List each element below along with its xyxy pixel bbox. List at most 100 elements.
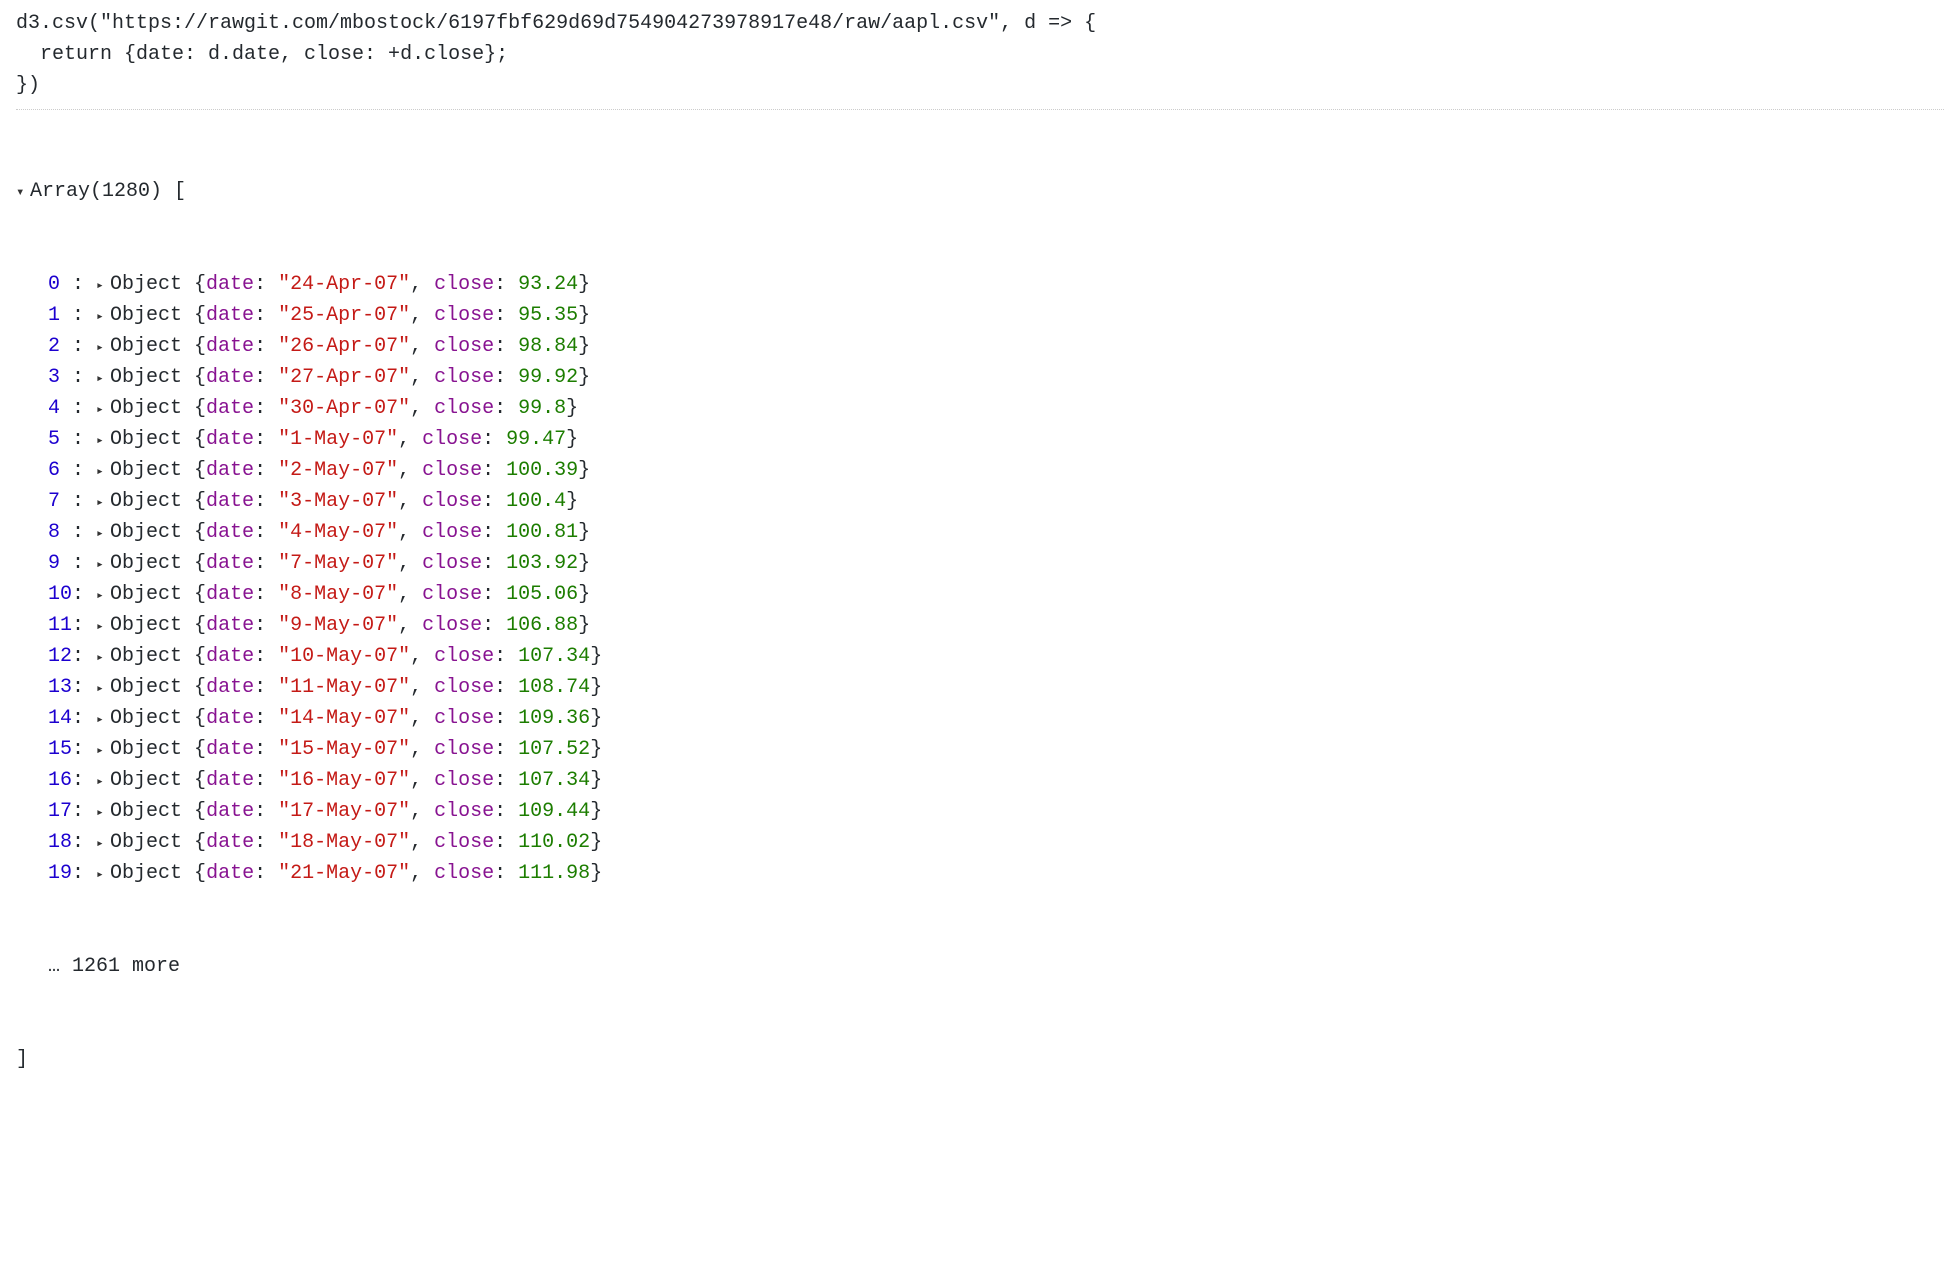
- colon: :: [72, 858, 96, 889]
- brace-close: }: [578, 269, 590, 300]
- brace-open: {: [182, 610, 206, 641]
- key-close: close: [434, 796, 494, 827]
- key-close: close: [422, 548, 482, 579]
- row-index: 12: [48, 641, 72, 672]
- code-cell[interactable]: d3.csv("https://rawgit.com/mbostock/6197…: [16, 8, 1944, 110]
- brace-open: {: [182, 300, 206, 331]
- array-row[interactable]: 11: ▸Object {date: "9-May-07", close: 10…: [16, 610, 1944, 641]
- expand-right-icon[interactable]: ▸: [96, 493, 110, 513]
- value-date: "11-May-07": [278, 672, 410, 703]
- colon: :: [72, 300, 96, 331]
- colon: :: [254, 455, 278, 486]
- array-row[interactable]: 17: ▸Object {date: "17-May-07", close: 1…: [16, 796, 1944, 827]
- value-close: 100.39: [506, 455, 578, 486]
- expand-right-icon[interactable]: ▸: [96, 431, 110, 451]
- array-row[interactable]: 7: ▸Object {date: "3-May-07", close: 100…: [16, 486, 1944, 517]
- array-row[interactable]: 10: ▸Object {date: "8-May-07", close: 10…: [16, 579, 1944, 610]
- key-date: date: [206, 517, 254, 548]
- key-close: close: [434, 765, 494, 796]
- array-row[interactable]: 3: ▸Object {date: "27-Apr-07", close: 99…: [16, 362, 1944, 393]
- comma: ,: [410, 269, 434, 300]
- comma: ,: [410, 641, 434, 672]
- key-close: close: [422, 455, 482, 486]
- value-close: 99.92: [518, 362, 578, 393]
- expand-right-icon[interactable]: ▸: [96, 617, 110, 637]
- expand-right-icon[interactable]: ▸: [96, 276, 110, 296]
- expand-right-icon[interactable]: ▸: [96, 369, 110, 389]
- expand-right-icon[interactable]: ▸: [96, 772, 110, 792]
- row-index: 4: [48, 393, 72, 424]
- expand-right-icon[interactable]: ▸: [96, 307, 110, 327]
- expand-right-icon[interactable]: ▸: [96, 400, 110, 420]
- expand-right-icon[interactable]: ▸: [96, 741, 110, 761]
- array-row[interactable]: 6: ▸Object {date: "2-May-07", close: 100…: [16, 455, 1944, 486]
- expand-right-icon[interactable]: ▸: [96, 338, 110, 358]
- key-close: close: [422, 424, 482, 455]
- brace-close: }: [578, 610, 590, 641]
- expand-right-icon[interactable]: ▸: [96, 648, 110, 668]
- expand-right-icon[interactable]: ▸: [96, 710, 110, 730]
- more-indicator[interactable]: … 1261 more: [16, 951, 1944, 982]
- colon: :: [72, 765, 96, 796]
- object-label: Object: [110, 362, 182, 393]
- value-close: 99.47: [506, 424, 566, 455]
- row-index: 16: [48, 765, 72, 796]
- expand-down-icon[interactable]: ▾: [16, 183, 30, 205]
- expand-right-icon[interactable]: ▸: [96, 679, 110, 699]
- array-row[interactable]: 12: ▸Object {date: "10-May-07", close: 1…: [16, 641, 1944, 672]
- array-row[interactable]: 2: ▸Object {date: "26-Apr-07", close: 98…: [16, 331, 1944, 362]
- code-line-1: d3.csv("https://rawgit.com/mbostock/6197…: [16, 8, 1944, 39]
- value-date: "17-May-07": [278, 796, 410, 827]
- value-date: "26-Apr-07": [278, 331, 410, 362]
- colon: :: [254, 269, 278, 300]
- row-index: 8: [48, 517, 72, 548]
- key-date: date: [206, 672, 254, 703]
- colon: :: [482, 424, 506, 455]
- value-close: 106.88: [506, 610, 578, 641]
- object-label: Object: [110, 269, 182, 300]
- colon: :: [254, 703, 278, 734]
- array-row[interactable]: 1: ▸Object {date: "25-Apr-07", close: 95…: [16, 300, 1944, 331]
- colon: :: [254, 734, 278, 765]
- row-index: 9: [48, 548, 72, 579]
- comma: ,: [410, 331, 434, 362]
- row-index: 5: [48, 424, 72, 455]
- colon: :: [72, 610, 96, 641]
- value-close: 100.4: [506, 486, 566, 517]
- colon: :: [494, 393, 518, 424]
- key-close: close: [422, 486, 482, 517]
- array-row[interactable]: 14: ▸Object {date: "14-May-07", close: 1…: [16, 703, 1944, 734]
- key-close: close: [434, 331, 494, 362]
- object-label: Object: [110, 610, 182, 641]
- row-index: 3: [48, 362, 72, 393]
- expand-right-icon[interactable]: ▸: [96, 524, 110, 544]
- array-row[interactable]: 13: ▸Object {date: "11-May-07", close: 1…: [16, 672, 1944, 703]
- expand-right-icon[interactable]: ▸: [96, 462, 110, 482]
- expand-right-icon[interactable]: ▸: [96, 834, 110, 854]
- key-close: close: [434, 858, 494, 889]
- expand-right-icon[interactable]: ▸: [96, 586, 110, 606]
- value-date: "16-May-07": [278, 765, 410, 796]
- colon: :: [482, 455, 506, 486]
- comma: ,: [410, 393, 434, 424]
- row-index: 14: [48, 703, 72, 734]
- expand-right-icon[interactable]: ▸: [96, 555, 110, 575]
- array-row[interactable]: 5: ▸Object {date: "1-May-07", close: 99.…: [16, 424, 1944, 455]
- array-row[interactable]: 0: ▸Object {date: "24-Apr-07", close: 93…: [16, 269, 1944, 300]
- array-row[interactable]: 8: ▸Object {date: "4-May-07", close: 100…: [16, 517, 1944, 548]
- array-row[interactable]: 16: ▸Object {date: "16-May-07", close: 1…: [16, 765, 1944, 796]
- brace-close: }: [590, 858, 602, 889]
- expand-right-icon[interactable]: ▸: [96, 803, 110, 823]
- array-header[interactable]: ▾Array(1280) [: [16, 176, 1944, 207]
- brace-close: }: [578, 548, 590, 579]
- colon: :: [72, 517, 96, 548]
- value-close: 107.34: [518, 641, 590, 672]
- colon: :: [254, 424, 278, 455]
- array-row[interactable]: 9: ▸Object {date: "7-May-07", close: 103…: [16, 548, 1944, 579]
- array-row[interactable]: 18: ▸Object {date: "18-May-07", close: 1…: [16, 827, 1944, 858]
- array-row[interactable]: 15: ▸Object {date: "15-May-07", close: 1…: [16, 734, 1944, 765]
- expand-right-icon[interactable]: ▸: [96, 865, 110, 885]
- colon: :: [482, 579, 506, 610]
- array-row[interactable]: 4: ▸Object {date: "30-Apr-07", close: 99…: [16, 393, 1944, 424]
- array-row[interactable]: 19: ▸Object {date: "21-May-07", close: 1…: [16, 858, 1944, 889]
